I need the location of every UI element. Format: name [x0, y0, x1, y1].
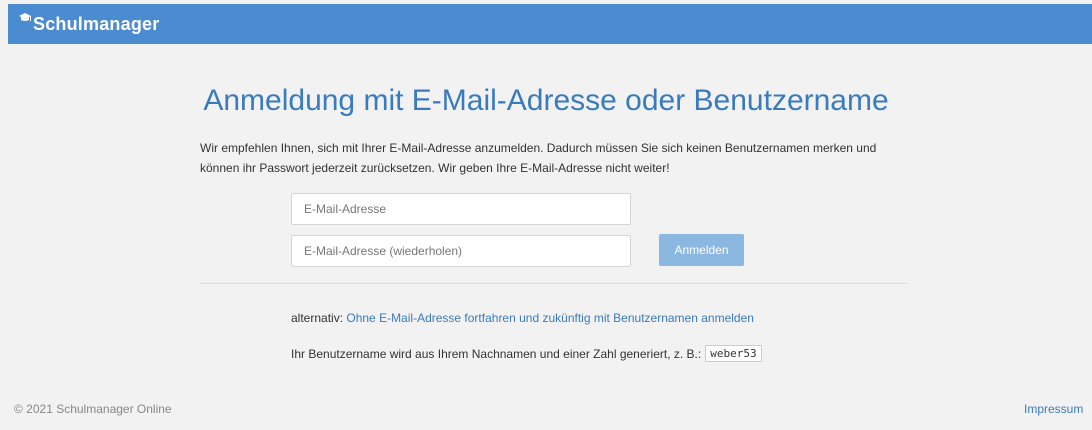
- top-navbar: Schulmanager: [8, 4, 1092, 44]
- username-hint-text: Ihr Benutzername wird aus Ihrem Nachname…: [291, 346, 702, 361]
- alternative-line: alternativ: Ohne E-Mail-Adresse fortfahr…: [291, 311, 754, 325]
- email-field[interactable]: [291, 193, 631, 225]
- imprint-link[interactable]: Impressum: [1024, 402, 1083, 416]
- page-title: Anmeldung mit E-Mail-Adresse oder Benutz…: [203, 84, 889, 118]
- email-repeat-field[interactable]: [291, 235, 631, 267]
- divider: [200, 283, 908, 284]
- alternative-prefix: alternativ:: [291, 311, 344, 325]
- footer-copyright: © 2021 Schulmanager Online: [14, 402, 172, 416]
- brand-name: Schulmanager: [33, 13, 160, 34]
- intro-text: Wir empfehlen Ihnen, sich mit Ihrer E-Ma…: [200, 141, 877, 175]
- username-hint-line: Ihr Benutzername wird aus Ihrem Nachname…: [291, 345, 762, 362]
- brand-logo[interactable]: Schulmanager: [18, 12, 159, 36]
- login-button[interactable]: Anmelden: [659, 234, 744, 266]
- username-example: weber53: [705, 345, 762, 362]
- graduation-cap-icon: [19, 13, 31, 21]
- username-login-link[interactable]: Ohne E-Mail-Adresse fortfahren und zukün…: [346, 311, 754, 325]
